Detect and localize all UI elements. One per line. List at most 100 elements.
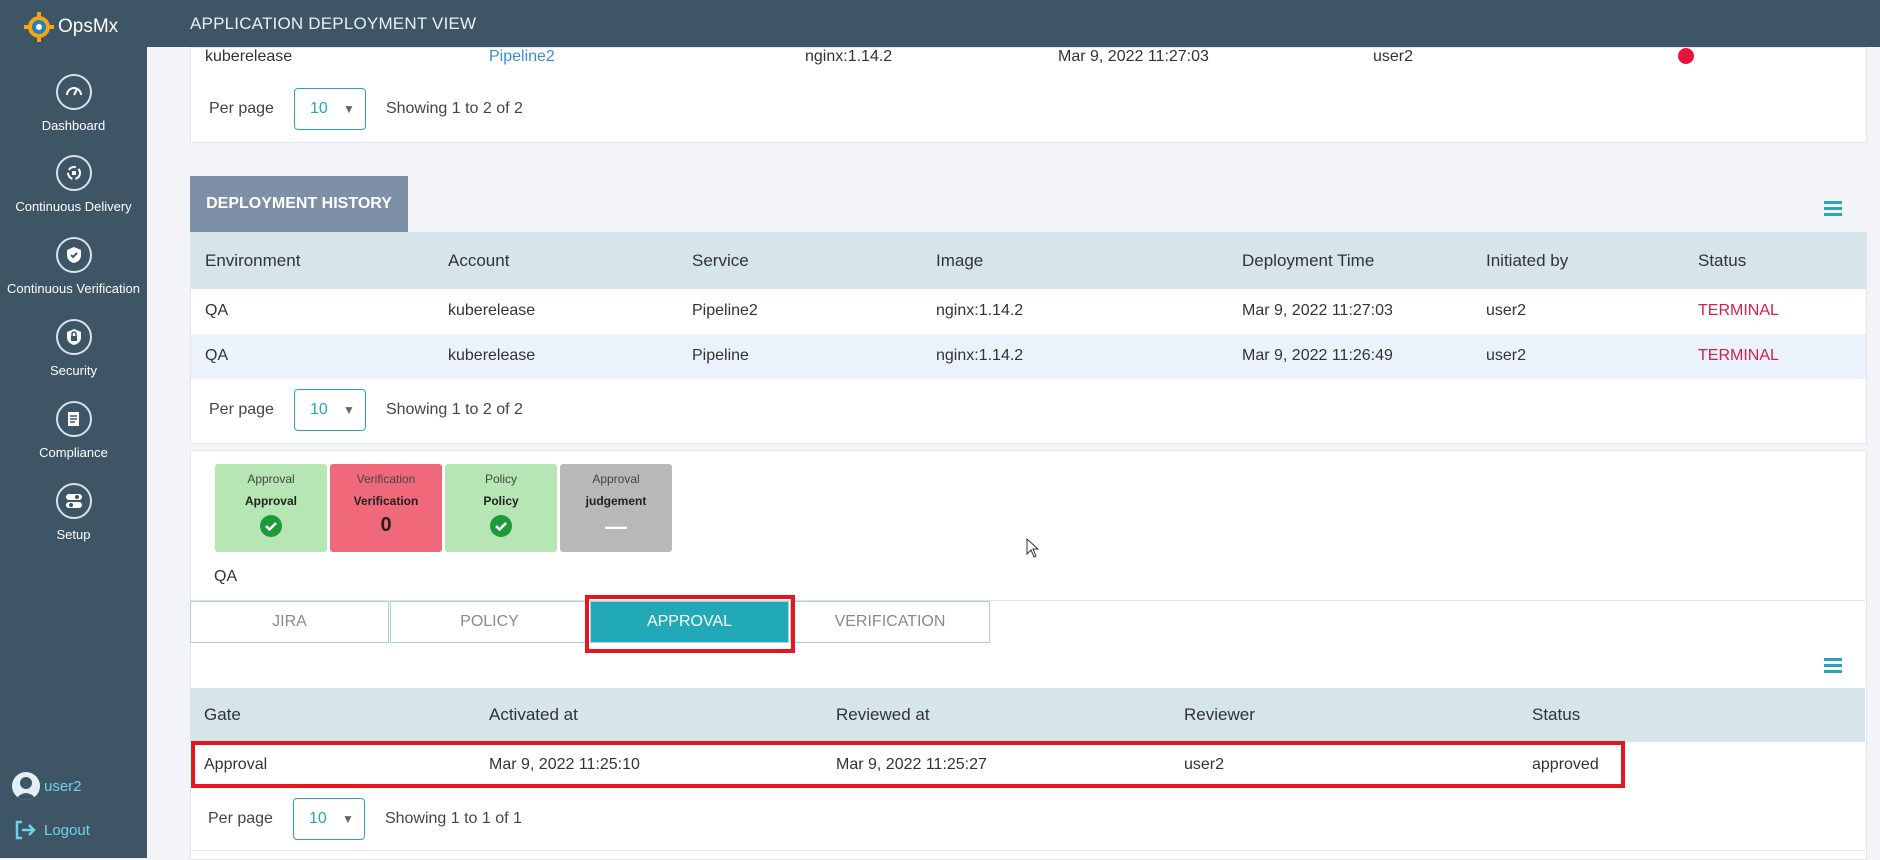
tab-approval[interactable]: APPROVAL	[590, 601, 789, 643]
status-badge: TERMINAL	[1698, 302, 1779, 319]
per-page-value: 10	[308, 810, 327, 827]
sidebar-item-label: Continuous Verification	[7, 281, 140, 296]
environment-label: QA	[214, 568, 238, 585]
table-cell: kuberelease	[448, 347, 536, 364]
status-badge: TERMINAL	[1698, 347, 1779, 364]
sidebar-item-continuous-delivery[interactable]: Continuous Delivery	[0, 155, 147, 214]
stage-type: Approval	[592, 472, 640, 486]
logout-icon	[15, 820, 36, 840]
column-header: Image	[936, 251, 984, 270]
user-profile[interactable]: user2	[12, 772, 82, 800]
logout-label: Logout	[44, 821, 90, 839]
per-page-value: 10	[309, 100, 328, 117]
tab-verification[interactable]: VERIFICATION	[790, 601, 990, 643]
tab-jira[interactable]: JIRA	[190, 601, 389, 643]
check-circle-icon	[260, 515, 282, 537]
table-cell: Pipeline2	[692, 302, 758, 319]
sidebar-item-continuous-verification[interactable]: Continuous Verification	[0, 237, 147, 296]
shield-check-icon	[55, 237, 92, 273]
table-cell: user2	[1486, 347, 1527, 364]
table-cell-time: Mar 9, 2022 11:27:03	[1058, 48, 1209, 65]
column-header: Status	[1532, 705, 1581, 724]
pipeline-link[interactable]: Pipeline2	[489, 48, 555, 66]
check-circle-icon	[490, 515, 512, 537]
pagination: Per page 10 ▼ Showing 1 to 2 of 2	[209, 88, 523, 130]
lock-icon	[55, 319, 92, 355]
stage-type: Verification	[356, 472, 416, 486]
chevron-down-icon: ▼	[342, 812, 354, 826]
approval-table-header: Gate Activated at Reviewed at Reviewer S…	[190, 688, 1865, 742]
toggle-icon	[55, 483, 92, 519]
username: user2	[44, 777, 82, 795]
stage-type: Policy	[484, 472, 517, 486]
table-cell: QA	[205, 347, 229, 364]
per-page-label: Per page	[209, 100, 274, 117]
table-header: Environment Account Service Image Deploy…	[191, 233, 1866, 289]
verification-score: 0	[380, 514, 392, 536]
judgement-status: —	[605, 514, 627, 539]
tab-policy[interactable]: POLICY	[390, 601, 589, 643]
pipeline-instances-panel: kuberelease Pipeline2 nginx:1.14.2 Mar 9…	[190, 47, 1867, 143]
tab-label: POLICY	[460, 613, 519, 630]
column-header: Activated at	[489, 705, 578, 724]
stage-card-judgement[interactable]: Approval judgement —	[560, 464, 672, 552]
sidebar-item-security[interactable]: Security	[0, 319, 147, 378]
table-cell-reviewed: Mar 9, 2022 11:25:27	[836, 756, 987, 773]
chevron-down-icon: ▼	[343, 102, 355, 116]
table-cell: QA	[205, 302, 229, 319]
sidebar-item-label: Continuous Delivery	[15, 199, 132, 214]
table-cell: Pipeline	[692, 347, 749, 364]
per-page-select[interactable]: 10 ▼	[293, 88, 366, 130]
hamburger-menu-icon[interactable]	[1824, 658, 1842, 676]
per-page-select[interactable]: 10 ▼	[293, 389, 366, 431]
top-header: APPLICATION DEPLOYMENT VIEW	[147, 0, 1880, 47]
status-dot	[1678, 48, 1694, 64]
column-header: Service	[692, 251, 749, 270]
stage-type: Approval	[247, 472, 295, 486]
stage-name: Policy	[483, 494, 519, 508]
sidebar-item-label: Security	[50, 363, 97, 378]
document-icon	[55, 401, 92, 437]
table-cell-status: approved	[1532, 756, 1599, 773]
table-cell-image: nginx:1.14.2	[805, 48, 893, 65]
table-cell-gate: Approval	[204, 756, 268, 773]
hamburger-menu-icon[interactable]	[1824, 201, 1842, 219]
table-cell: nginx:1.14.2	[936, 302, 1024, 319]
speedometer-icon	[55, 74, 92, 110]
panel-divider	[190, 850, 1865, 851]
sidebar-item-compliance[interactable]: Compliance	[0, 401, 147, 460]
column-header: Gate	[204, 705, 241, 724]
gear-logo-icon	[24, 12, 54, 42]
per-page-label: Per page	[209, 401, 274, 418]
tab-label: JIRA	[272, 613, 307, 630]
per-page-label: Per page	[208, 810, 273, 827]
pagination: Per page 10 ▼ Showing 1 to 2 of 2	[209, 389, 523, 431]
sidebar-item-setup[interactable]: Setup	[0, 483, 147, 542]
stage-card-approval[interactable]: Approval Approval	[215, 464, 327, 552]
table-cell: user2	[1486, 302, 1527, 319]
table-row[interactable]: QA kuberelease Pipeline nginx:1.14.2 Mar…	[191, 334, 1866, 379]
logout-button[interactable]: Logout	[14, 820, 90, 840]
tab-label: VERIFICATION	[834, 613, 946, 630]
column-header: Deployment Time	[1242, 251, 1375, 270]
opsmx-logo[interactable]: OpsMx	[24, 12, 118, 42]
table-cell-user: user2	[1373, 48, 1414, 65]
table-cell: kuberelease	[448, 302, 536, 319]
deployment-history-tab[interactable]: DEPLOYMENT HISTORY	[190, 176, 408, 232]
stage-name: judgement	[585, 494, 647, 508]
stage-card-policy[interactable]: Policy Policy	[445, 464, 557, 552]
mouse-cursor-icon	[1026, 538, 1040, 558]
column-header: Reviewer	[1184, 705, 1255, 724]
per-page-select[interactable]: 10 ▼	[292, 798, 365, 840]
sidebar-item-dashboard[interactable]: Dashboard	[0, 74, 147, 133]
sidebar: OpsMx Dashboard Continuous Delivery Cont…	[0, 0, 147, 858]
app-name: OpsMx	[58, 16, 119, 37]
table-row[interactable]: Approval Mar 9, 2022 11:25:10 Mar 9, 202…	[190, 742, 1865, 788]
stage-card-verification[interactable]: Verification Verification 0	[330, 464, 442, 552]
table-row[interactable]: QA kuberelease Pipeline2 nginx:1.14.2 Ma…	[191, 289, 1866, 335]
per-page-value: 10	[309, 401, 328, 418]
pagination: Per page 10 ▼ Showing 1 to 1 of 1	[208, 798, 522, 840]
column-header: Account	[448, 251, 510, 270]
stage-name: Verification	[353, 494, 419, 508]
table-cell: Mar 9, 2022 11:26:49	[1242, 347, 1393, 364]
